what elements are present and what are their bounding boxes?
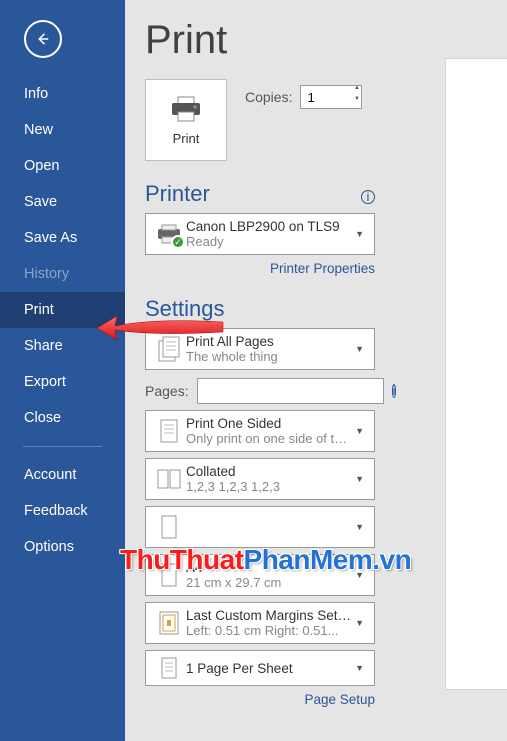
back-arrow-icon bbox=[34, 30, 52, 48]
nav-separator bbox=[23, 446, 102, 447]
chevron-down-icon: ▼ bbox=[351, 426, 368, 436]
nav-save[interactable]: Save bbox=[0, 184, 125, 220]
printer-status-icon: ✓ bbox=[155, 223, 183, 245]
check-icon: ✓ bbox=[171, 235, 185, 249]
one-sided-icon bbox=[152, 417, 186, 445]
margins-icon bbox=[152, 609, 186, 637]
print-button[interactable]: Print bbox=[145, 79, 227, 161]
print-button-label: Print bbox=[173, 131, 200, 146]
nav-save-as[interactable]: Save As bbox=[0, 220, 125, 256]
collate-dropdown[interactable]: Collated 1,2,3 1,2,3 1,2,3 ▼ bbox=[145, 458, 375, 500]
sided-dropdown[interactable]: Print One Sided Only print on one side o… bbox=[145, 410, 375, 452]
chevron-down-icon: ▼ bbox=[351, 474, 368, 484]
nav-feedback[interactable]: Feedback bbox=[0, 493, 125, 529]
copies-label: Copies: bbox=[245, 89, 292, 105]
orientation-icon bbox=[152, 513, 186, 541]
chevron-down-icon: ▼ bbox=[351, 618, 368, 628]
pages-label: Pages: bbox=[145, 383, 189, 399]
info-icon[interactable]: i bbox=[392, 384, 397, 398]
main-area: Print Print Copies: ▲▼ bbox=[125, 0, 507, 741]
nav-export[interactable]: Export bbox=[0, 364, 125, 400]
printer-status: Ready bbox=[186, 234, 351, 249]
page-setup-link[interactable]: Page Setup bbox=[145, 692, 375, 707]
annotation-arrow-icon bbox=[95, 312, 225, 344]
nav-footer: Account Feedback Options bbox=[0, 457, 125, 565]
sheet-icon bbox=[152, 655, 186, 681]
preview-pane-edge bbox=[445, 58, 507, 690]
nav-options[interactable]: Options bbox=[0, 529, 125, 565]
back-button[interactable] bbox=[24, 20, 62, 58]
info-icon[interactable]: i bbox=[361, 190, 375, 204]
nav-history: History bbox=[0, 256, 125, 292]
copies-spinner[interactable]: ▲▼ bbox=[351, 85, 362, 107]
printer-icon bbox=[168, 95, 204, 123]
printer-name: Canon LBP2900 on TLS9 bbox=[186, 219, 351, 234]
pages-per-sheet-dropdown[interactable]: 1 Page Per Sheet ▼ bbox=[145, 650, 375, 686]
chevron-down-icon: ▼ bbox=[351, 344, 368, 354]
nav-list: Info New Open Save Save As History Print… bbox=[0, 76, 125, 436]
collated-icon bbox=[152, 467, 186, 491]
printer-properties-link[interactable]: Printer Properties bbox=[145, 261, 375, 276]
chevron-down-icon: ▼ bbox=[351, 229, 368, 239]
pages-input[interactable] bbox=[197, 378, 384, 404]
margins-dropdown[interactable]: Last Custom Margins Setting Left: 0.51 c… bbox=[145, 602, 375, 644]
watermark: ThuThuatPhanMem.vn bbox=[120, 544, 411, 576]
page-title: Print bbox=[145, 18, 487, 63]
backstage-sidebar: Info New Open Save Save As History Print… bbox=[0, 0, 125, 741]
chevron-down-icon: ▼ bbox=[351, 522, 368, 532]
nav-new[interactable]: New bbox=[0, 112, 125, 148]
nav-close[interactable]: Close bbox=[0, 400, 125, 436]
printer-heading: Printer bbox=[145, 181, 210, 207]
nav-account[interactable]: Account bbox=[0, 457, 125, 493]
chevron-down-icon: ▼ bbox=[351, 663, 368, 673]
nav-info[interactable]: Info bbox=[0, 76, 125, 112]
nav-open[interactable]: Open bbox=[0, 148, 125, 184]
printer-dropdown[interactable]: ✓ Canon LBP2900 on TLS9 Ready ▼ bbox=[145, 213, 375, 255]
orientation-dropdown[interactable]: ▼ bbox=[145, 506, 375, 548]
